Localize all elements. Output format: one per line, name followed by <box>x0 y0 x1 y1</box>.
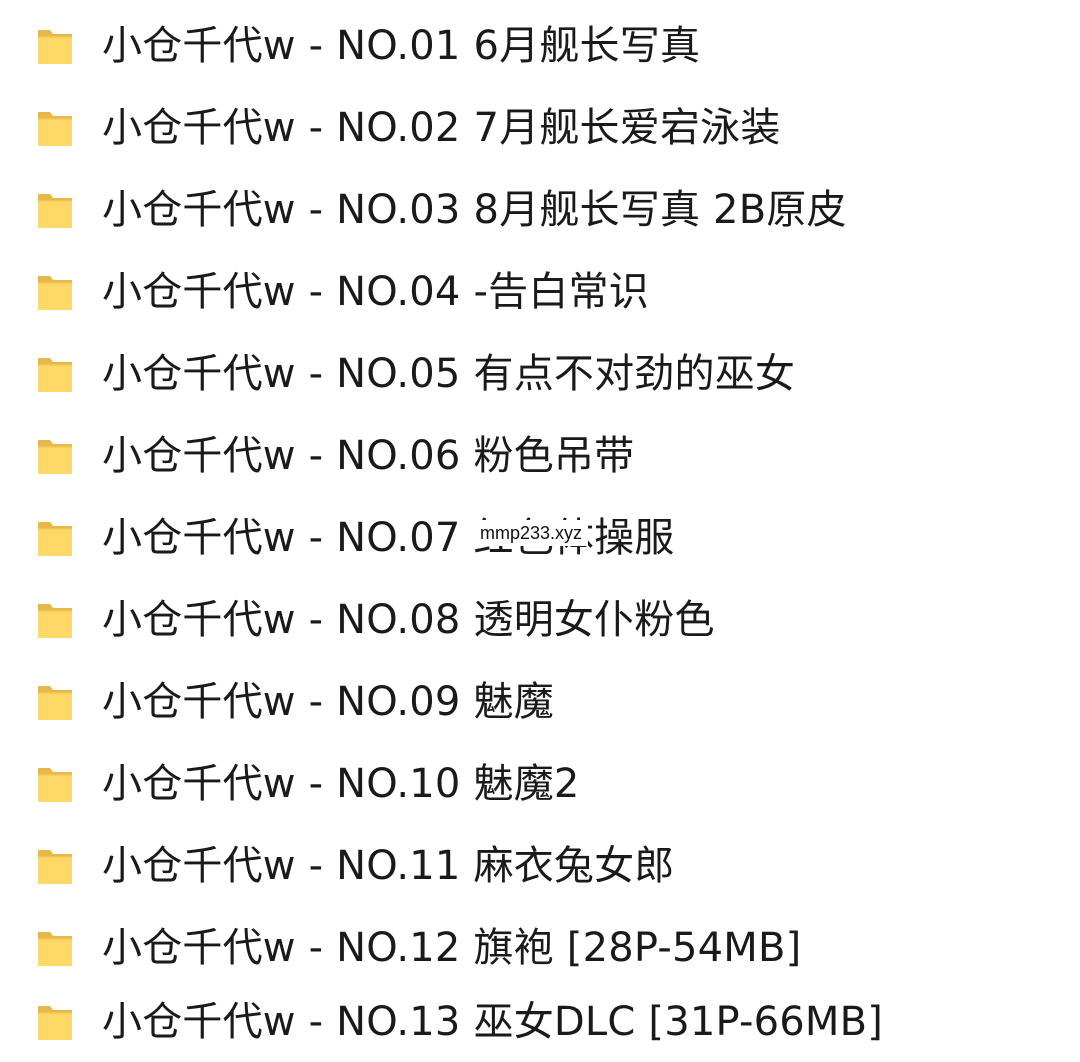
folder-icon <box>36 846 74 886</box>
folder-icon <box>36 26 74 66</box>
folder-name: 小仓千代w - NO.02 7月舰长爱宕泳装 <box>102 105 781 151</box>
folder-icon <box>36 272 74 312</box>
folder-item[interactable]: 小仓千代w - NO.13 巫女DLC [31P-66MB] <box>0 980 1080 1062</box>
folder-icon <box>36 108 74 148</box>
folder-item[interactable]: 小仓千代w - NO.12 旗袍 [28P-54MB] <box>0 906 1080 988</box>
folder-icon <box>36 682 74 722</box>
folder-icon <box>36 190 74 230</box>
folder-item[interactable]: 小仓千代w - NO.10 魅魔2 <box>0 742 1080 824</box>
folder-icon <box>36 1002 74 1042</box>
folder-item[interactable]: 小仓千代w - NO.09 魅魔 <box>0 660 1080 742</box>
folder-name: 小仓千代w - NO.11 麻衣兔女郎 <box>102 843 675 889</box>
watermark-text: mmp233.xyz <box>474 520 589 546</box>
folder-name: 小仓千代w - NO.06 粉色吊带 <box>102 433 635 479</box>
folder-icon <box>36 354 74 394</box>
folder-item[interactable]: 小仓千代w - NO.06 粉色吊带 <box>0 414 1080 496</box>
folder-name: 小仓千代w - NO.12 旗袍 [28P-54MB] <box>102 925 802 971</box>
folder-name: 小仓千代w - NO.05 有点不对劲的巫女 <box>102 351 796 397</box>
folder-name: 小仓千代w - NO.10 魅魔2 <box>102 761 580 807</box>
folder-name: 小仓千代w - NO.08 透明女仆粉色 <box>102 597 715 643</box>
folder-name: 小仓千代w - NO.13 巫女DLC [31P-66MB] <box>102 999 884 1045</box>
folder-icon <box>36 518 74 558</box>
folder-name: 小仓千代w - NO.03 8月舰长写真 2B原皮 <box>102 187 847 233</box>
folder-item[interactable]: 小仓千代w - NO.04 -告白常识 <box>0 250 1080 332</box>
folder-icon <box>36 764 74 804</box>
folder-name: 小仓千代w - NO.07 红色体操服 <box>102 515 675 561</box>
folder-item[interactable]: 小仓千代w - NO.08 透明女仆粉色 <box>0 578 1080 660</box>
folder-name: 小仓千代w - NO.09 魅魔 <box>102 679 554 725</box>
folder-item[interactable]: 小仓千代w - NO.02 7月舰长爱宕泳装 <box>0 86 1080 168</box>
folder-item[interactable]: 小仓千代w - NO.11 麻衣兔女郎 <box>0 824 1080 906</box>
folder-name: 小仓千代w - NO.04 -告白常识 <box>102 269 649 315</box>
folder-item[interactable]: 小仓千代w - NO.01 6月舰长写真 <box>0 4 1080 86</box>
folder-name: 小仓千代w - NO.01 6月舰长写真 <box>102 23 701 69</box>
folder-item[interactable]: 小仓千代w - NO.03 8月舰长写真 2B原皮 <box>0 168 1080 250</box>
folder-icon <box>36 928 74 968</box>
folder-icon <box>36 436 74 476</box>
folder-item[interactable]: 小仓千代w - NO.05 有点不对劲的巫女 <box>0 332 1080 414</box>
folder-icon <box>36 600 74 640</box>
